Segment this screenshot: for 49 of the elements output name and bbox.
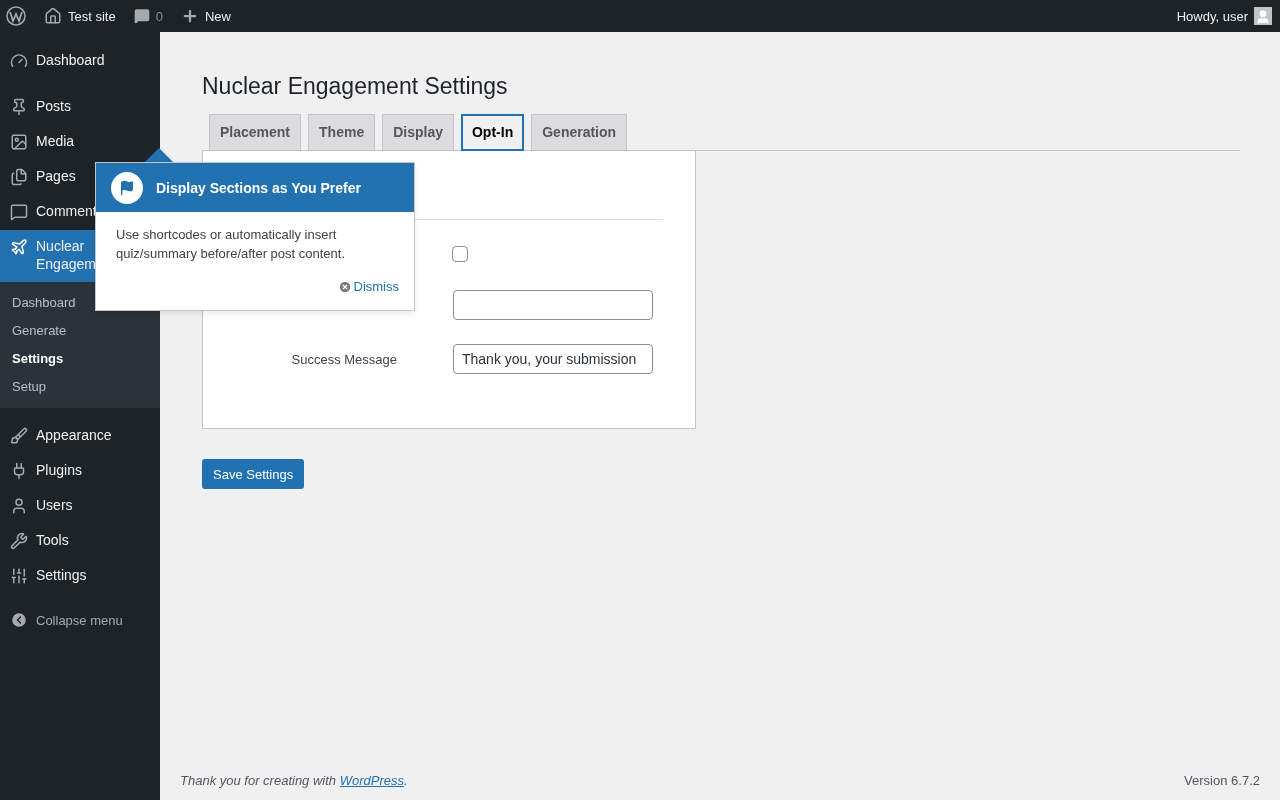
menu-icon bbox=[10, 133, 28, 151]
menu-icon bbox=[10, 532, 28, 550]
menu-icon bbox=[10, 203, 28, 221]
menu-icon bbox=[10, 497, 28, 515]
close-icon bbox=[337, 279, 352, 294]
logo-icon[interactable] bbox=[6, 6, 26, 26]
menu-icon bbox=[10, 238, 28, 256]
collapse-menu-button[interactable]: Collapse menu bbox=[0, 605, 160, 635]
pointer-title: Display Sections as You Prefer bbox=[156, 179, 361, 196]
flag-icon bbox=[111, 171, 143, 204]
menu-item[interactable]: Dashboard bbox=[0, 44, 160, 79]
menu-item[interactable]: Plugins bbox=[0, 454, 160, 489]
comments-link[interactable]: 0 bbox=[133, 8, 163, 24]
menu-icon bbox=[10, 168, 28, 186]
save-button[interactable]: Save Settings bbox=[202, 459, 305, 489]
tab[interactable]: Generation bbox=[531, 114, 628, 151]
tab[interactable]: Display bbox=[382, 114, 454, 151]
menu-icon bbox=[10, 427, 28, 445]
tab[interactable]: Opt-In bbox=[461, 114, 525, 151]
site-link[interactable]: Test site bbox=[44, 7, 116, 25]
checkbox[interactable] bbox=[452, 246, 468, 262]
footer-text: Thank you for creating with WordPress. bbox=[180, 773, 408, 788]
tab[interactable]: Placement bbox=[209, 114, 302, 151]
menu-item[interactable]: Tools bbox=[0, 524, 160, 559]
home-icon bbox=[44, 7, 62, 25]
dismiss-link[interactable]: Dismiss bbox=[337, 279, 399, 294]
page-title: Nuclear Engagement Settings bbox=[202, 72, 509, 101]
menu-icon bbox=[10, 98, 28, 116]
version-text: Version 6.7.2 bbox=[1184, 773, 1260, 788]
input-field[interactable]: Thank you, your submission bbox=[453, 344, 653, 374]
new-link[interactable]: New bbox=[180, 7, 231, 25]
account-link[interactable]: Howdy, user bbox=[1176, 7, 1272, 25]
submenu-item[interactable]: Generate bbox=[0, 317, 160, 345]
input-field[interactable] bbox=[453, 290, 653, 320]
submenu-item[interactable]: Setup bbox=[0, 373, 160, 401]
avatar-icon bbox=[1254, 7, 1272, 25]
comment-icon bbox=[133, 8, 150, 24]
tab[interactable]: Theme bbox=[308, 114, 376, 151]
menu-icon bbox=[10, 567, 28, 585]
menu-item[interactable]: Settings bbox=[0, 559, 160, 594]
menu-item[interactable]: Users bbox=[0, 489, 160, 524]
menu-item[interactable]: Appearance bbox=[0, 419, 160, 454]
menu-icon bbox=[10, 52, 28, 70]
menu-item[interactable]: Posts bbox=[0, 90, 160, 125]
submenu-item[interactable]: Settings bbox=[0, 345, 160, 373]
field-label: Success Message bbox=[290, 351, 397, 367]
collapse-icon bbox=[10, 611, 28, 629]
wordpress-link[interactable]: WordPress bbox=[339, 773, 404, 788]
menu-item[interactable]: Media bbox=[0, 125, 160, 160]
